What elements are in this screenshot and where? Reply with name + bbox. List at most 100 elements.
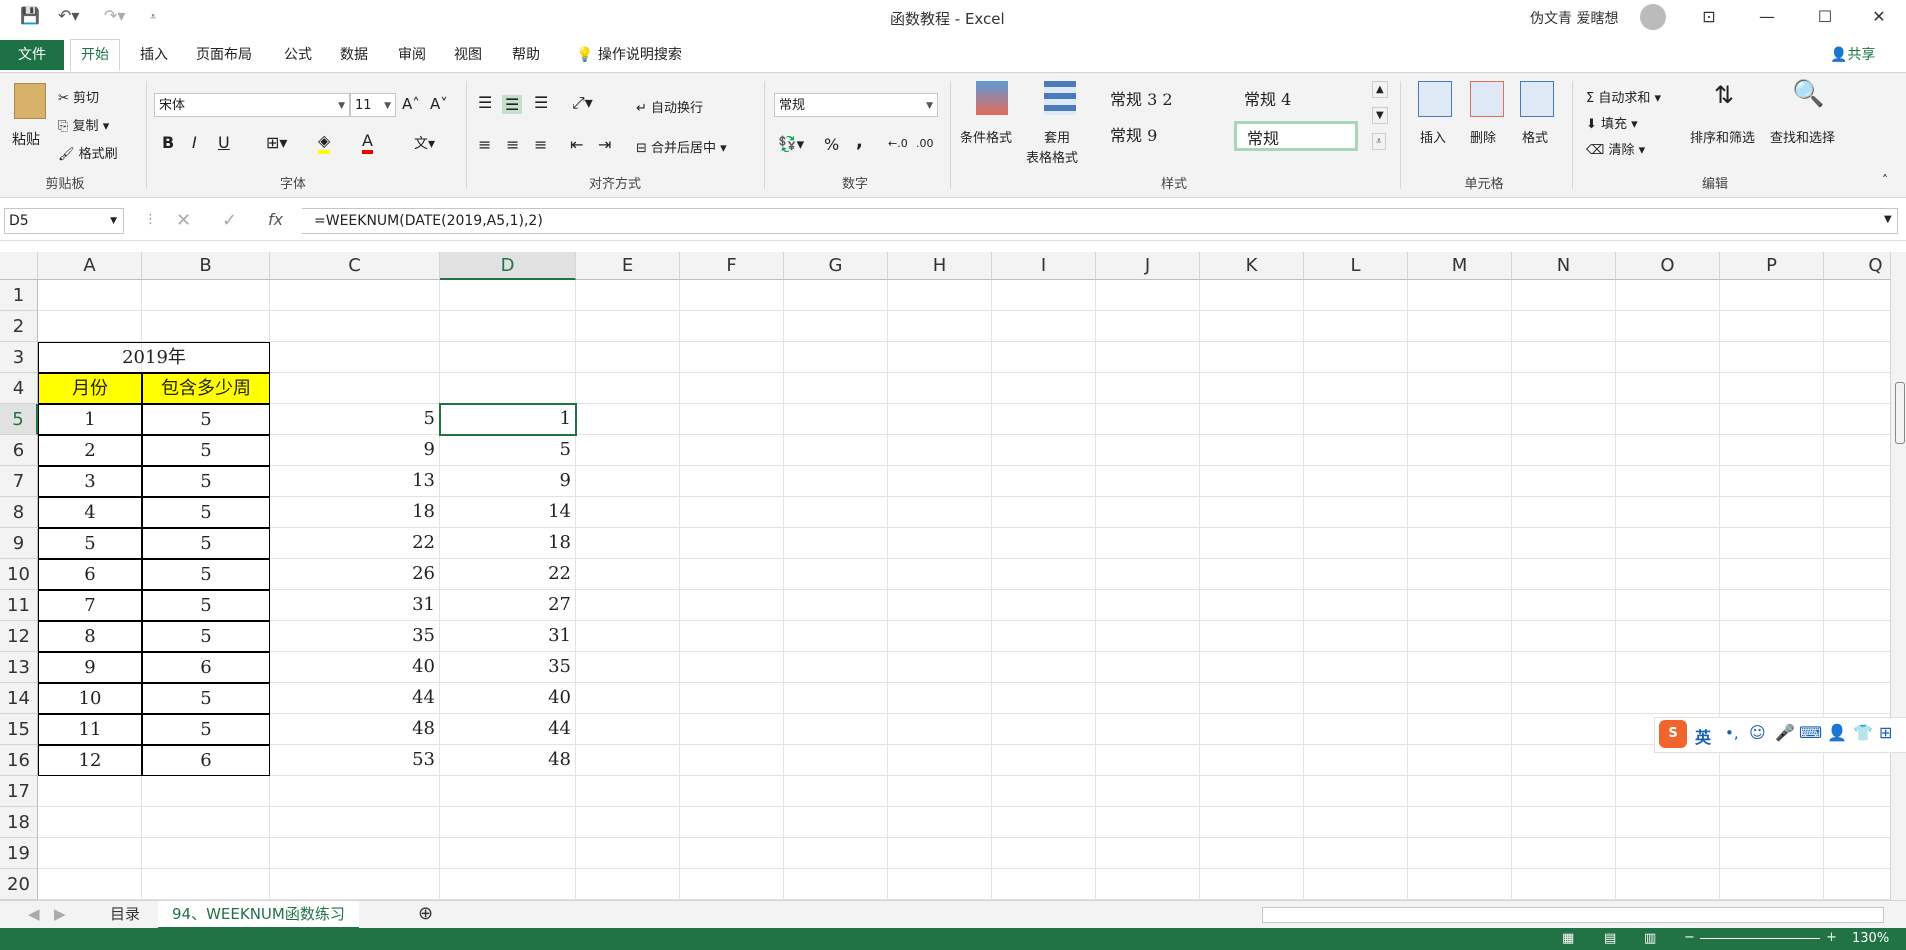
cell-O14[interactable]	[1616, 683, 1720, 714]
cell-N12[interactable]	[1512, 621, 1616, 652]
row-header-11[interactable]: 11	[0, 590, 38, 621]
cell-F4[interactable]	[680, 373, 784, 404]
header-weeks[interactable]: 包含多少周	[142, 373, 270, 404]
cell-J6[interactable]	[1096, 435, 1200, 466]
cell-P6[interactable]	[1720, 435, 1824, 466]
weeks-cell[interactable]: 5	[142, 714, 270, 745]
style-normal-9[interactable]: 常规 9	[1100, 121, 1224, 151]
cell-G2[interactable]	[784, 311, 888, 342]
conditional-format-icon[interactable]	[976, 81, 1008, 115]
cell-L17[interactable]	[1304, 776, 1408, 807]
cell-H14[interactable]	[888, 683, 992, 714]
cell-J7[interactable]	[1096, 466, 1200, 497]
cell-N20[interactable]	[1512, 869, 1616, 900]
zoom-in-icon[interactable]: +	[1826, 930, 1837, 945]
cell-B2[interactable]	[142, 311, 270, 342]
cell-N6[interactable]	[1512, 435, 1616, 466]
cell-N8[interactable]	[1512, 497, 1616, 528]
name-box[interactable]: D5 ▼	[4, 208, 124, 234]
cell-J4[interactable]	[1096, 373, 1200, 404]
collapse-ribbon-icon[interactable]: ˄	[1882, 173, 1888, 187]
cell-M6[interactable]	[1408, 435, 1512, 466]
avatar[interactable]	[1640, 4, 1666, 30]
increase-indent-icon[interactable]: ⇥	[598, 135, 611, 154]
page-layout-view-icon[interactable]: ▤	[1604, 931, 1616, 946]
weeks-cell[interactable]: 5	[142, 404, 270, 435]
cell-K12[interactable]	[1200, 621, 1304, 652]
cell-I5[interactable]	[992, 404, 1096, 435]
wrap-text-button[interactable]: ↵ 自动换行	[636, 97, 703, 116]
gallery-down-icon[interactable]: ▼	[1372, 107, 1388, 124]
customize-qat-icon[interactable]: ⩡	[150, 10, 156, 24]
cell-H6[interactable]	[888, 435, 992, 466]
cell-C18[interactable]	[270, 807, 440, 838]
cell-E3[interactable]	[576, 342, 680, 373]
cell-O19[interactable]	[1616, 838, 1720, 869]
align-left-icon[interactable]: ≡	[478, 135, 491, 154]
tab-help[interactable]: 帮助	[502, 40, 550, 70]
cell-F10[interactable]	[680, 559, 784, 590]
confirm-icon[interactable]: ✓	[222, 210, 237, 231]
cell-F20[interactable]	[680, 869, 784, 900]
worksheet-grid[interactable]: ABCDEFGHIJKLMNOPQ 1 2 3 4 5 6 7 8 9 10 11 12 13 14 15 1…	[0, 252, 1906, 900]
cut-button[interactable]: ✂ 剪切	[58, 87, 99, 106]
keyboard-icon[interactable]: ⌨	[1799, 723, 1822, 742]
cell-N10[interactable]	[1512, 559, 1616, 590]
cell-G18[interactable]	[784, 807, 888, 838]
column-header-M[interactable]: M	[1408, 252, 1512, 280]
weeknum-start-cell[interactable]: 31	[440, 621, 576, 652]
cell-M20[interactable]	[1408, 869, 1512, 900]
currency-icon[interactable]: 💱▾	[778, 135, 804, 153]
cell-N3[interactable]	[1512, 342, 1616, 373]
zoom-out-icon[interactable]: −	[1684, 930, 1695, 945]
cell-M11[interactable]	[1408, 590, 1512, 621]
cell-D2[interactable]	[440, 311, 576, 342]
font-color-icon[interactable]: A	[362, 131, 373, 154]
cell-O1[interactable]	[1616, 280, 1720, 311]
cell-I18[interactable]	[992, 807, 1096, 838]
cell-L18[interactable]	[1304, 807, 1408, 838]
cell-O18[interactable]	[1616, 807, 1720, 838]
save-icon[interactable]: 💾	[20, 6, 40, 25]
cell-O3[interactable]	[1616, 342, 1720, 373]
cell-I20[interactable]	[992, 869, 1096, 900]
horizontal-scrollbar[interactable]	[1262, 907, 1884, 923]
cell-H1[interactable]	[888, 280, 992, 311]
cell-C20[interactable]	[270, 869, 440, 900]
cell-A17[interactable]	[38, 776, 142, 807]
maximize-icon[interactable]: ☐	[1796, 2, 1854, 32]
cell-D17[interactable]	[440, 776, 576, 807]
percent-button[interactable]: %	[824, 135, 839, 154]
cell-C1[interactable]	[270, 280, 440, 311]
row-header-17[interactable]: 17	[0, 776, 38, 807]
cell-G16[interactable]	[784, 745, 888, 776]
tab-home[interactable]: 开始	[70, 39, 120, 71]
copy-button[interactable]: ⎘ 复制 ▾	[58, 115, 109, 134]
style-normal-4[interactable]: 常规 4	[1234, 85, 1358, 115]
weeknum-end-cell[interactable]: 22	[270, 528, 440, 559]
emoji-icon[interactable]: ☺	[1749, 723, 1766, 742]
tab-insert[interactable]: 插入	[130, 40, 178, 70]
cell-A19[interactable]	[38, 838, 142, 869]
cell-G20[interactable]	[784, 869, 888, 900]
row-header-1[interactable]: 1	[0, 280, 38, 311]
cell-M17[interactable]	[1408, 776, 1512, 807]
cell-E7[interactable]	[576, 466, 680, 497]
sort-filter-icon[interactable]: ⇅	[1714, 81, 1734, 109]
row-header-7[interactable]: 7	[0, 466, 38, 497]
cell-J15[interactable]	[1096, 714, 1200, 745]
cell-N9[interactable]	[1512, 528, 1616, 559]
row-header-20[interactable]: 20	[0, 869, 38, 900]
cell-F12[interactable]	[680, 621, 784, 652]
cell-L1[interactable]	[1304, 280, 1408, 311]
cell-G8[interactable]	[784, 497, 888, 528]
undo-icon[interactable]: ↶▾	[58, 6, 79, 25]
cell-J5[interactable]	[1096, 404, 1200, 435]
weeknum-start-cell[interactable]: 22	[440, 559, 576, 590]
cell-F9[interactable]	[680, 528, 784, 559]
month-cell[interactable]: 3	[38, 466, 142, 497]
weeknum-end-cell[interactable]: 44	[270, 683, 440, 714]
cell-F8[interactable]	[680, 497, 784, 528]
cell-K1[interactable]	[1200, 280, 1304, 311]
cell-H7[interactable]	[888, 466, 992, 497]
